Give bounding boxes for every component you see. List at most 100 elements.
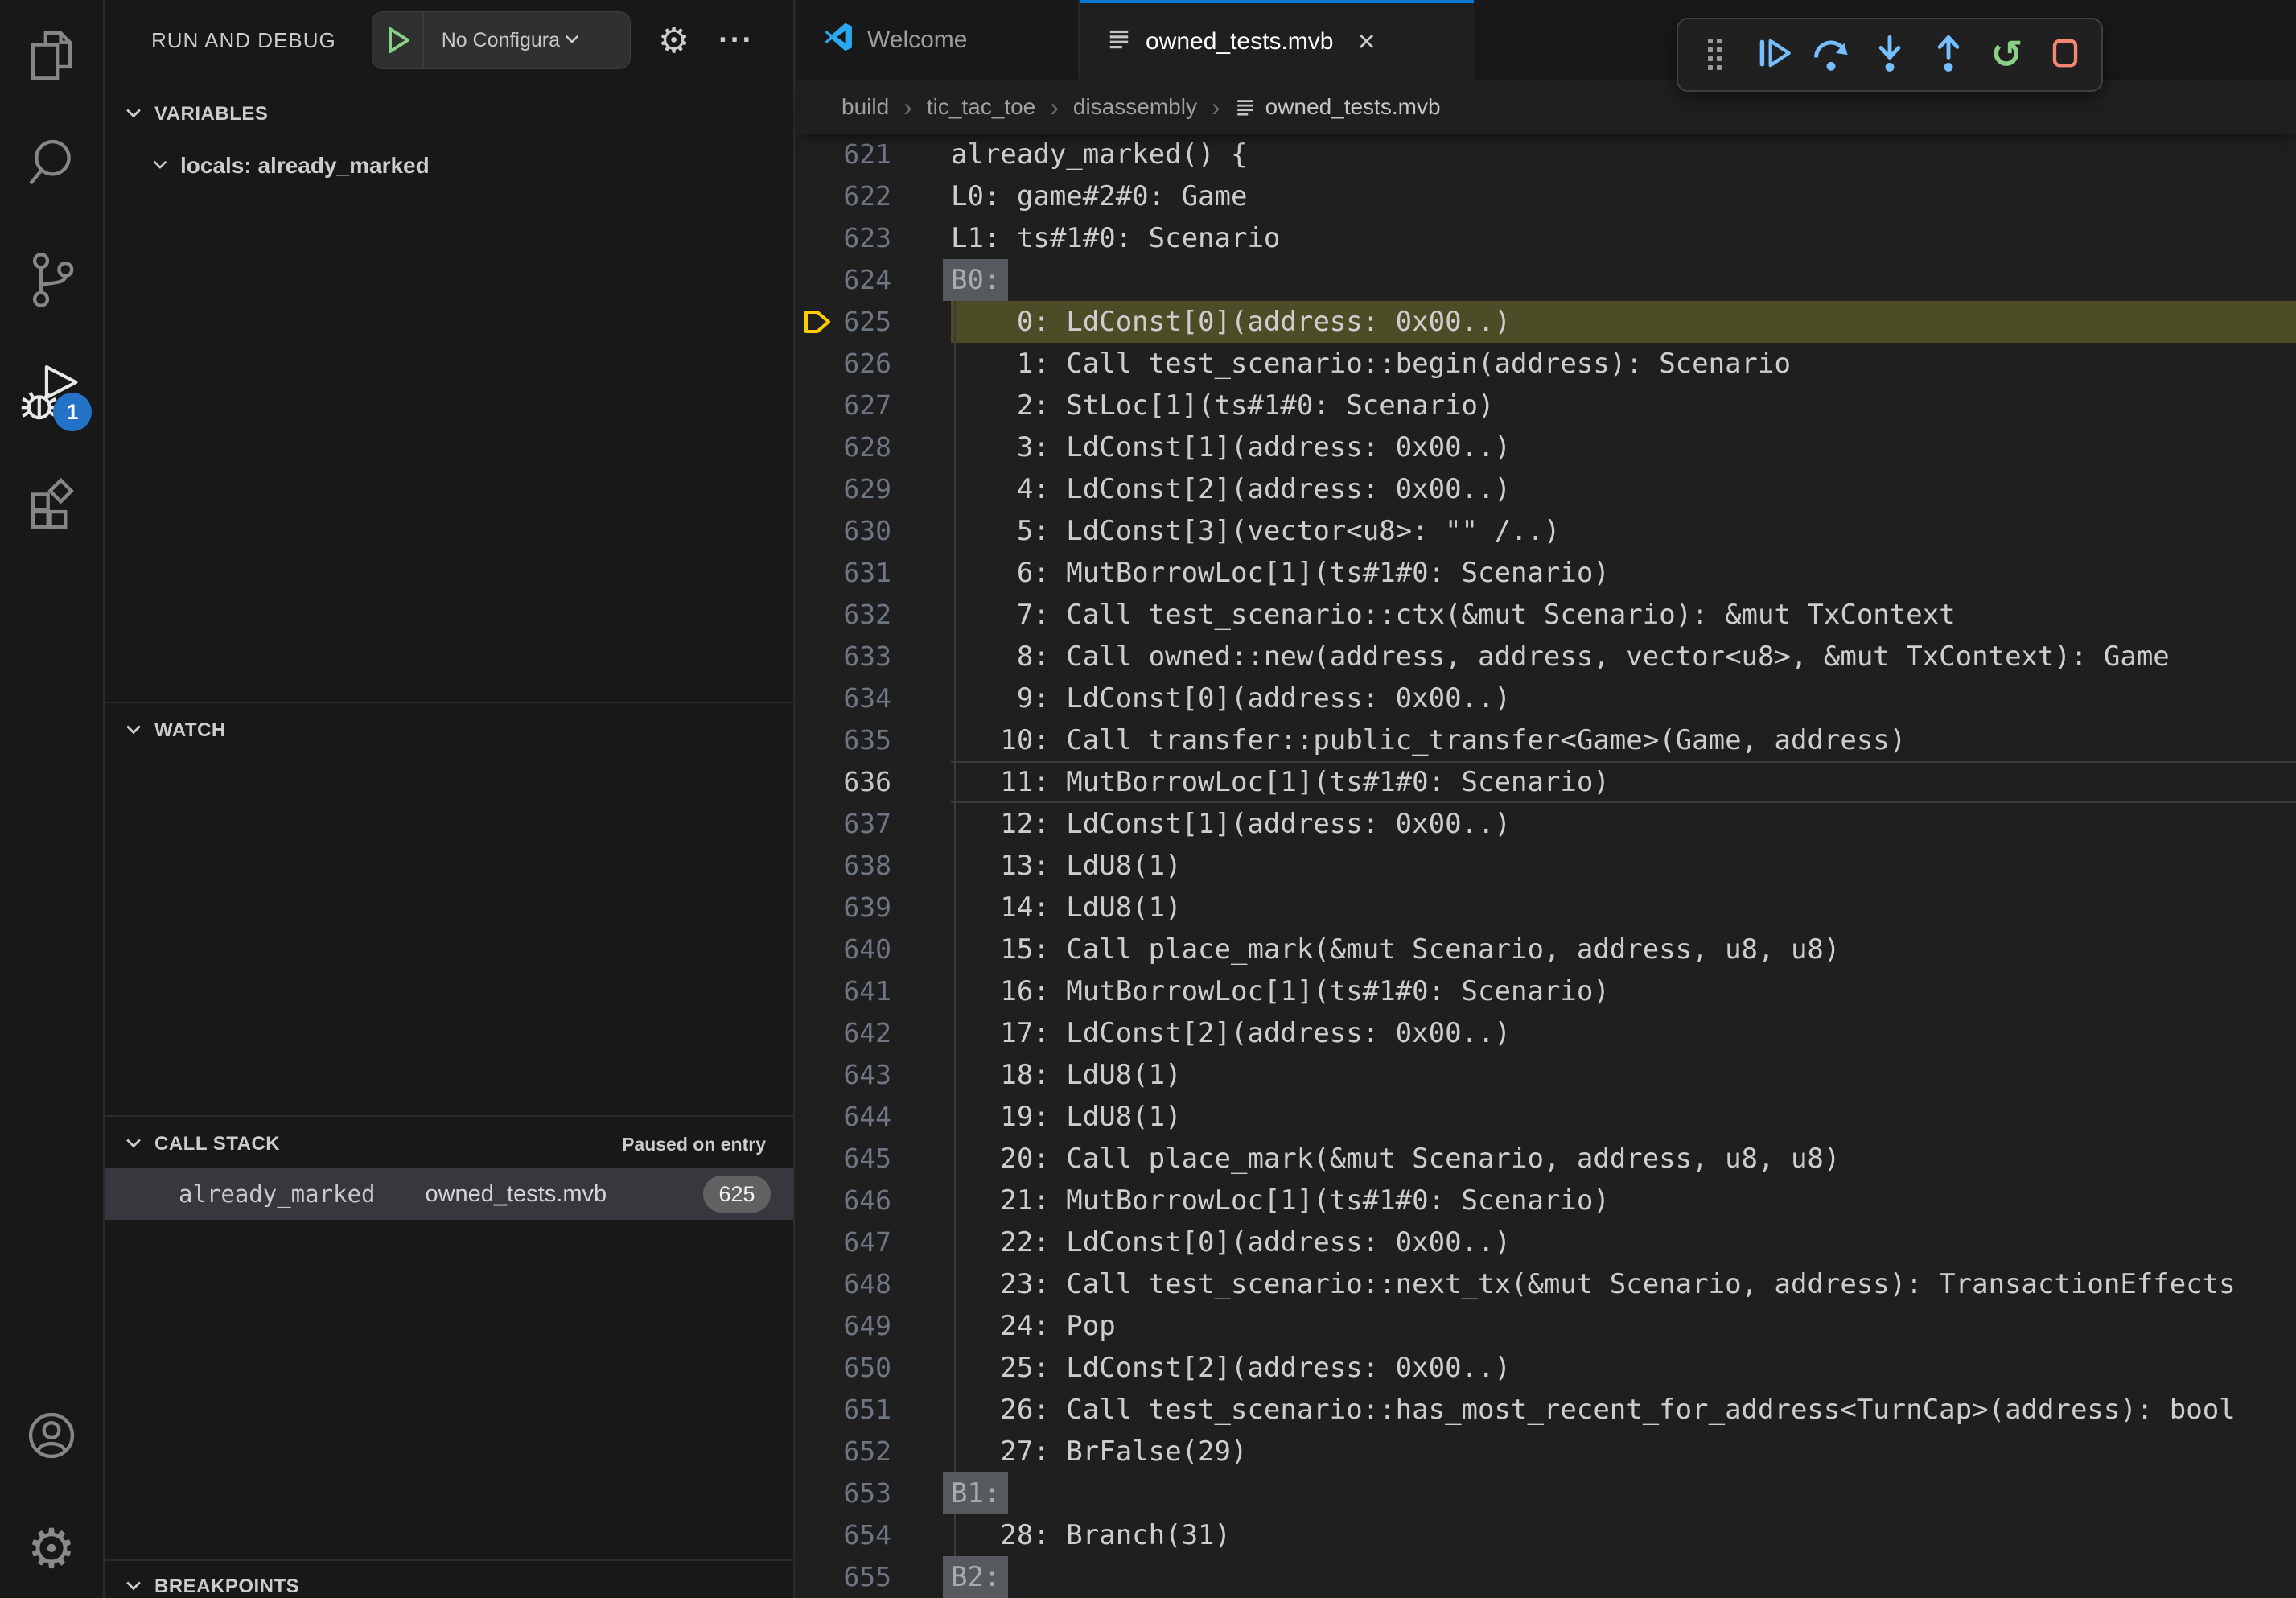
code-line-647[interactable]: 647 22: LdConst[0](address: 0x00..) [796, 1221, 2296, 1263]
block-label-text[interactable]: B1: [943, 1472, 1008, 1514]
line-text[interactable]: 25: LdConst[2](address: 0x00..) [951, 1347, 1511, 1389]
line-text[interactable]: 8: Call owned::new(address, address, vec… [951, 636, 2170, 678]
start-debugging-icon[interactable] [385, 26, 411, 55]
line-number[interactable]: 638 [796, 845, 891, 887]
line-number[interactable]: 651 [796, 1389, 891, 1431]
code-line-628[interactable]: 628 3: LdConst[1](address: 0x00..) [796, 426, 2296, 468]
line-number[interactable]: 630 [796, 510, 891, 552]
line-text[interactable]: 22: LdConst[0](address: 0x00..) [951, 1221, 1511, 1263]
variables-scope-locals[interactable]: locals: already_marked [105, 146, 793, 185]
line-text[interactable]: 13: LdU8(1) [951, 845, 1182, 887]
code-line-629[interactable]: 629 4: LdConst[2](address: 0x00..) [796, 468, 2296, 510]
code-line-624[interactable]: 624 B0: [796, 259, 2296, 301]
line-number[interactable]: 635 [796, 719, 891, 761]
line-text[interactable]: 10: Call transfer::public_transfer<Game>… [951, 719, 1906, 761]
line-text[interactable]: 16: MutBorrowLoc[1](ts#1#0: Scenario) [951, 970, 1610, 1012]
line-number[interactable]: 644 [796, 1096, 891, 1138]
line-text[interactable]: 11: MutBorrowLoc[1](ts#1#0: Scenario) [951, 761, 1610, 803]
line-number[interactable]: 637 [796, 803, 891, 845]
breadcrumb-item-file[interactable]: owned_tests.mvb [1265, 94, 1441, 120]
block-label-text[interactable]: B0: [943, 259, 1008, 301]
line-text[interactable]: L0: game#2#0: Game [951, 175, 1247, 217]
code-line-653[interactable]: 653B1: [796, 1472, 2296, 1514]
code-line-625[interactable]: 625 0: LdConst[0](address: 0x00..) [796, 301, 2296, 343]
line-number[interactable]: 628 [796, 426, 891, 468]
line-text[interactable]: 12: LdConst[1](address: 0x00..) [951, 803, 1511, 845]
code-line-649[interactable]: 649 24: Pop [796, 1305, 2296, 1347]
line-number[interactable]: 650 [796, 1347, 891, 1389]
code-line-627[interactable]: 627 2: StLoc[1](ts#1#0: Scenario) [796, 385, 2296, 426]
call-stack-section-header[interactable]: CALL STACK Paused on entry [105, 1125, 793, 1163]
settings-button[interactable]: ⚙ [21, 1519, 82, 1580]
code-line-632[interactable]: 632 7: Call test_scenario::ctx(&mut Scen… [796, 594, 2296, 636]
line-text[interactable]: 17: LdConst[2](address: 0x00..) [951, 1012, 1511, 1054]
tab-welcome[interactable]: Welcome [796, 0, 1080, 80]
code-line-631[interactable]: 631 6: MutBorrowLoc[1](ts#1#0: Scenario) [796, 552, 2296, 594]
code-line-648[interactable]: 648 23: Call test_scenario::next_tx(&mut… [796, 1263, 2296, 1305]
stop-button[interactable] [2043, 32, 2088, 77]
line-number[interactable]: 641 [796, 970, 891, 1012]
line-number[interactable]: 640 [796, 929, 891, 970]
code-editor[interactable]: 621already_marked() {622L0: game#2#0: Ga… [796, 134, 2296, 1598]
line-text[interactable]: 4: LdConst[2](address: 0x00..) [951, 468, 1511, 510]
code-line-655[interactable]: 655B2: [796, 1556, 2296, 1598]
close-icon[interactable]: × [1357, 27, 1375, 57]
line-number[interactable]: 621 [796, 134, 891, 175]
line-text[interactable]: 6: MutBorrowLoc[1](ts#1#0: Scenario) [951, 552, 1610, 594]
breadcrumb-item-build[interactable]: build [841, 94, 889, 120]
step-over-button[interactable] [1808, 32, 1854, 77]
line-text[interactable]: 15: Call place_mark(&mut Scenario, addre… [951, 929, 1840, 970]
code-line-650[interactable]: 650 25: LdConst[2](address: 0x00..) [796, 1347, 2296, 1389]
code-line-630[interactable]: 630 5: LdConst[3](vector<u8>: "" /..) [796, 510, 2296, 552]
code-line-638[interactable]: 638 13: LdU8(1) [796, 845, 2296, 887]
line-text[interactable]: 5: LdConst[3](vector<u8>: "" /..) [951, 510, 1560, 552]
line-text[interactable]: 14: LdU8(1) [951, 887, 1182, 929]
breakpoints-section-header[interactable]: BREAKPOINTS [105, 1567, 793, 1598]
debug-toolbar-drag-handle[interactable] [1692, 32, 1737, 77]
code-line-640[interactable]: 640 15: Call place_mark(&mut Scenario, a… [796, 929, 2296, 970]
tab-owned-tests-mvb[interactable]: owned_tests.mvb × [1080, 0, 1474, 80]
code-line-633[interactable]: 633 8: Call owned::new(address, address,… [796, 636, 2296, 678]
code-line-654[interactable]: 654 28: Branch(31) [796, 1514, 2296, 1556]
breadcrumb-item-tic-tac-toe[interactable]: tic_tac_toe [927, 94, 1035, 120]
line-number[interactable]: 645 [796, 1138, 891, 1180]
line-text[interactable]: 27: BrFalse(29) [951, 1431, 1247, 1472]
line-number[interactable]: 634 [796, 678, 891, 719]
line-number[interactable]: 624 [796, 259, 891, 301]
code-line-643[interactable]: 643 18: LdU8(1) [796, 1054, 2296, 1096]
line-text[interactable]: 24: Pop [951, 1305, 1116, 1347]
code-line-639[interactable]: 639 14: LdU8(1) [796, 887, 2296, 929]
line-number[interactable]: 642 [796, 1012, 891, 1054]
line-text[interactable]: 19: LdU8(1) [951, 1096, 1182, 1138]
line-text[interactable]: 9: LdConst[0](address: 0x00..) [951, 678, 1511, 719]
line-text[interactable]: 26: Call test_scenario::has_most_recent_… [951, 1389, 2236, 1431]
code-line-626[interactable]: 626 1: Call test_scenario::begin(address… [796, 343, 2296, 385]
line-number[interactable]: 636 [796, 761, 891, 803]
code-line-645[interactable]: 645 20: Call place_mark(&mut Scenario, a… [796, 1138, 2296, 1180]
code-line-634[interactable]: 634 9: LdConst[0](address: 0x00..) [796, 678, 2296, 719]
launch-configuration-dropdown[interactable]: No Configura [372, 11, 631, 69]
line-number[interactable]: 625 [796, 301, 891, 343]
line-number[interactable]: 631 [796, 552, 891, 594]
step-into-button[interactable] [1867, 32, 1912, 77]
sidebar-item-explorer[interactable] [21, 27, 82, 89]
views-more-actions-icon[interactable]: ··· [718, 23, 754, 58]
sidebar-item-extensions[interactable] [21, 475, 82, 536]
sidebar-item-search[interactable] [21, 134, 82, 195]
line-number[interactable]: 622 [796, 175, 891, 217]
line-text[interactable]: 23: Call test_scenario::next_tx(&mut Sce… [951, 1263, 2236, 1305]
code-line-646[interactable]: 646 21: MutBorrowLoc[1](ts#1#0: Scenario… [796, 1180, 2296, 1221]
code-line-623[interactable]: 623L1: ts#1#0: Scenario [796, 217, 2296, 259]
call-stack-frame[interactable]: already_marked owned_tests.mvb 625 [105, 1168, 793, 1220]
line-number[interactable]: 643 [796, 1054, 891, 1096]
line-number[interactable]: 654 [796, 1514, 891, 1556]
line-number[interactable]: 629 [796, 468, 891, 510]
block-label-text[interactable]: B2: [943, 1556, 1008, 1598]
line-text[interactable]: 20: Call place_mark(&mut Scenario, addre… [951, 1138, 1840, 1180]
step-out-button[interactable] [1926, 32, 1971, 77]
variables-section-header[interactable]: VARIABLES [105, 95, 793, 134]
line-text[interactable]: 2: StLoc[1](ts#1#0: Scenario) [951, 385, 1495, 426]
line-number[interactable]: 652 [796, 1431, 891, 1472]
line-text[interactable]: 28: Branch(31) [951, 1514, 1231, 1556]
line-number[interactable]: 649 [796, 1305, 891, 1347]
